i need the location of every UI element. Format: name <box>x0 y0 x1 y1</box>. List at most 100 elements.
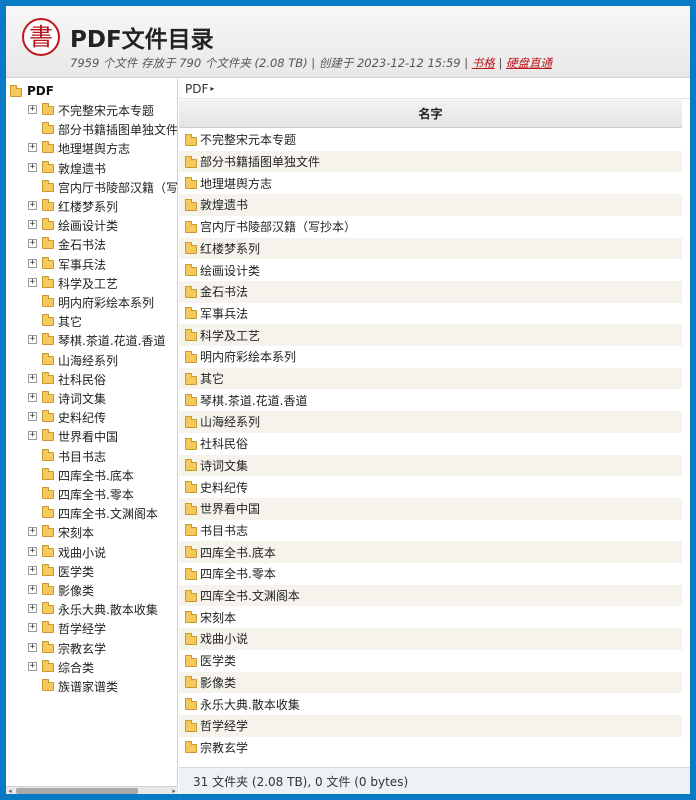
table-row[interactable]: 影像类 <box>179 671 682 694</box>
table-row[interactable]: 书目书志 <box>179 520 682 542</box>
list-vertical-scrollbar[interactable] <box>682 100 690 760</box>
table-row[interactable]: 医学类 <box>179 650 682 672</box>
table-row[interactable]: 史料纪传 <box>179 476 682 498</box>
tree-item-label: 史料纪传 <box>58 411 107 426</box>
expand-plus-icon[interactable]: + <box>28 585 37 594</box>
tree-item-label: 山海经系列 <box>58 353 119 368</box>
table-row[interactable]: 永乐大典.散本收集 <box>179 693 682 715</box>
expand-plus-icon[interactable]: + <box>28 431 37 441</box>
table-row[interactable]: 四库全书.文渊阁本 <box>179 584 682 607</box>
table-row[interactable]: 四库全书.零本 <box>179 563 682 585</box>
row-folder-name: 永乐大典.散本收集 <box>200 697 300 712</box>
breadcrumb-item-pdf[interactable]: PDF <box>185 82 208 96</box>
table-row[interactable]: 四库全书.底本 <box>179 541 682 563</box>
table-row[interactable]: 山海经系列 <box>179 411 682 433</box>
folder-icon <box>185 285 197 298</box>
expand-plus-icon[interactable]: + <box>28 661 37 671</box>
table-row[interactable]: 宗教玄学 <box>179 737 682 759</box>
table-row[interactable]: 绘画设计类 <box>179 259 682 281</box>
table-row[interactable]: 军事兵法 <box>179 303 682 325</box>
expand-plus-icon[interactable]: + <box>28 623 37 633</box>
expand-plus-icon[interactable]: + <box>28 258 37 268</box>
folder-icon <box>42 275 54 288</box>
folder-icon <box>185 177 197 190</box>
tree-item-label: 宋刻本 <box>58 526 95 541</box>
row-folder-name: 四库全书.零本 <box>200 567 276 582</box>
scroll-left-icon[interactable]: ◂ <box>6 787 14 794</box>
table-row[interactable]: 哲学经学 <box>179 714 682 737</box>
row-folder-name: 宫内厅书陵部汉籍（写抄本） <box>200 220 357 235</box>
expand-plus-icon[interactable]: + <box>28 277 37 287</box>
folder-icon <box>42 679 54 691</box>
link-drive[interactable]: 硬盘直通 <box>506 56 552 70</box>
table-row[interactable]: 诗词文集 <box>179 454 682 477</box>
tree-root[interactable]: PDF <box>10 83 54 99</box>
folder-icon <box>42 352 54 365</box>
tree-item-label: 诗词文集 <box>58 392 107 406</box>
folder-icon <box>185 546 197 559</box>
tree-item-label: 红楼梦系列 <box>58 200 119 214</box>
tree-item-label: 医学类 <box>58 564 95 579</box>
table-row[interactable]: 世界看中国 <box>179 497 682 520</box>
folder-icon <box>42 391 54 403</box>
table-row[interactable]: 琴棋.茶道.花道.香道 <box>179 389 682 411</box>
table-row[interactable]: 红楼梦系列 <box>179 237 682 260</box>
table-row[interactable]: 地理堪舆方志 <box>179 172 682 194</box>
expand-plus-icon[interactable]: + <box>28 335 37 345</box>
tree-item-label: 综合类 <box>58 660 95 675</box>
table-row[interactable]: 宫内厅书陵部汉籍（写抄本） <box>179 216 682 238</box>
table-row[interactable]: 社科民俗 <box>179 433 682 455</box>
folder-icon <box>185 524 197 537</box>
table-row[interactable]: 明内府彩绘本系列 <box>179 346 682 368</box>
folder-icon <box>185 307 197 320</box>
table-row[interactable]: 科学及工艺 <box>179 324 682 346</box>
link-books[interactable]: 书格 <box>472 56 495 70</box>
folder-icon <box>185 567 197 580</box>
tree-item-label: 世界看中国 <box>58 430 119 445</box>
folder-icon <box>42 467 54 480</box>
table-row[interactable]: 敦煌遗书 <box>179 194 682 216</box>
expand-plus-icon[interactable]: + <box>28 527 37 537</box>
column-header-name[interactable]: 名字 <box>179 100 682 128</box>
folder-icon <box>185 698 197 711</box>
folder-icon <box>42 621 54 634</box>
tree-item-label: 四库全书.零本 <box>58 488 134 502</box>
expand-plus-icon[interactable]: + <box>28 642 37 652</box>
expand-plus-icon[interactable]: + <box>28 604 37 614</box>
table-row[interactable]: 宋刻本 <box>179 606 682 628</box>
expand-plus-icon[interactable]: + <box>28 373 37 383</box>
expand-plus-icon[interactable]: + <box>28 143 37 153</box>
table-row[interactable]: 戏曲小说 <box>179 628 682 650</box>
folder-icon <box>185 437 197 450</box>
table-row[interactable]: 金石书法 <box>179 280 682 303</box>
folder-icon <box>185 350 197 363</box>
table-row[interactable]: 部分书籍插图单独文件 <box>179 150 682 173</box>
expand-plus-icon[interactable]: + <box>28 201 37 210</box>
tree-item-label: 社科民俗 <box>58 372 107 387</box>
folder-icon <box>42 448 54 461</box>
scroll-right-icon[interactable]: ▸ <box>170 787 178 794</box>
expand-plus-icon[interactable]: + <box>28 239 37 249</box>
file-list-panel: PDF ▸ 名字 不完整宋元本专题部分书籍插图单独文件地理堪舆方志 敦煌遗书宫内厅… <box>179 79 690 794</box>
expand-plus-icon[interactable]: + <box>28 546 37 556</box>
tree-root-label: PDF <box>27 84 54 98</box>
breadcrumb: PDF ▸ <box>179 79 690 99</box>
tree-item-label: 四库全书.文渊阁本 <box>58 507 158 522</box>
folder-icon <box>42 563 54 576</box>
row-folder-name: 宋刻本 <box>200 610 237 625</box>
expand-plus-icon[interactable]: + <box>28 220 37 230</box>
expand-plus-icon[interactable]: + <box>28 393 37 402</box>
table-row[interactable]: 其它 <box>179 367 682 390</box>
row-folder-name: 部分书籍插图单独文件 <box>200 155 321 170</box>
expand-plus-icon[interactable]: + <box>28 565 37 575</box>
expand-plus-icon[interactable]: + <box>28 105 37 114</box>
tree-item-label: 哲学经学 <box>58 622 107 637</box>
expand-plus-icon[interactable]: + <box>28 162 37 172</box>
tree-item-label: 军事兵法 <box>58 257 107 272</box>
expand-plus-icon[interactable]: + <box>28 412 37 422</box>
scrollbar-thumb[interactable] <box>16 788 138 794</box>
table-row[interactable]: 不完整宋元本专题 <box>179 129 682 151</box>
folder-icon <box>185 415 197 428</box>
tree-horizontal-scrollbar[interactable]: ◂ ▸ <box>6 786 178 794</box>
folder-icon <box>42 602 54 615</box>
